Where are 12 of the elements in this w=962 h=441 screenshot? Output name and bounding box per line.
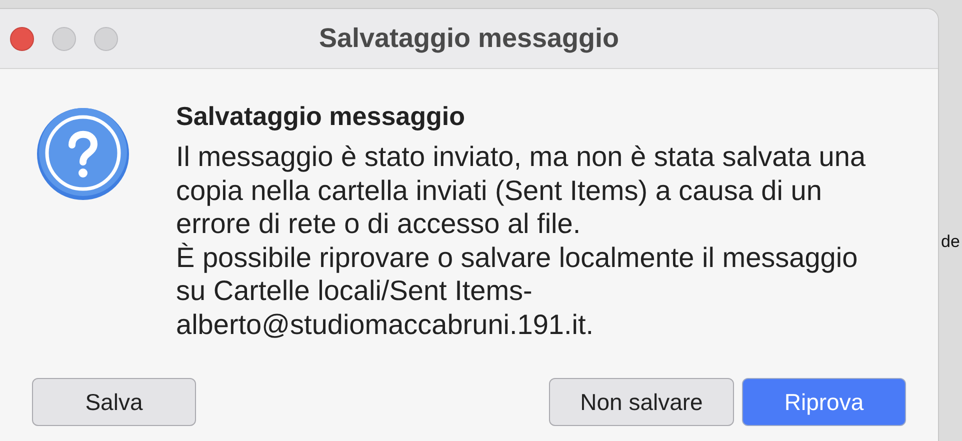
close-button[interactable] <box>10 26 34 50</box>
message-text: È possibile riprovare o salvare localmente il messaggio su Cartelle locali/Sent Items-alberto@studiomaccabruni.191.it. <box>176 240 859 341</box>
dialog-button[interactable]: Salva <box>32 378 196 426</box>
message-text: Il messaggio è stato inviato, ma non è stata salvata una copia nella cartella inviati (Sent Items) a causa di un errore di rete o di accesso al file. <box>176 140 867 240</box>
background-text: de <box>941 232 960 252</box>
window-title: Salvataggio messaggio <box>318 23 620 54</box>
dialog-button[interactable]: Non salvare <box>549 378 734 426</box>
default-button[interactable]: Riprova <box>742 378 906 426</box>
minimize-button[interactable] <box>52 26 76 50</box>
zoom-button[interactable] <box>94 26 118 50</box>
dialog-heading: Salvataggio messaggio <box>176 101 466 132</box>
question-icon <box>36 107 130 201</box>
